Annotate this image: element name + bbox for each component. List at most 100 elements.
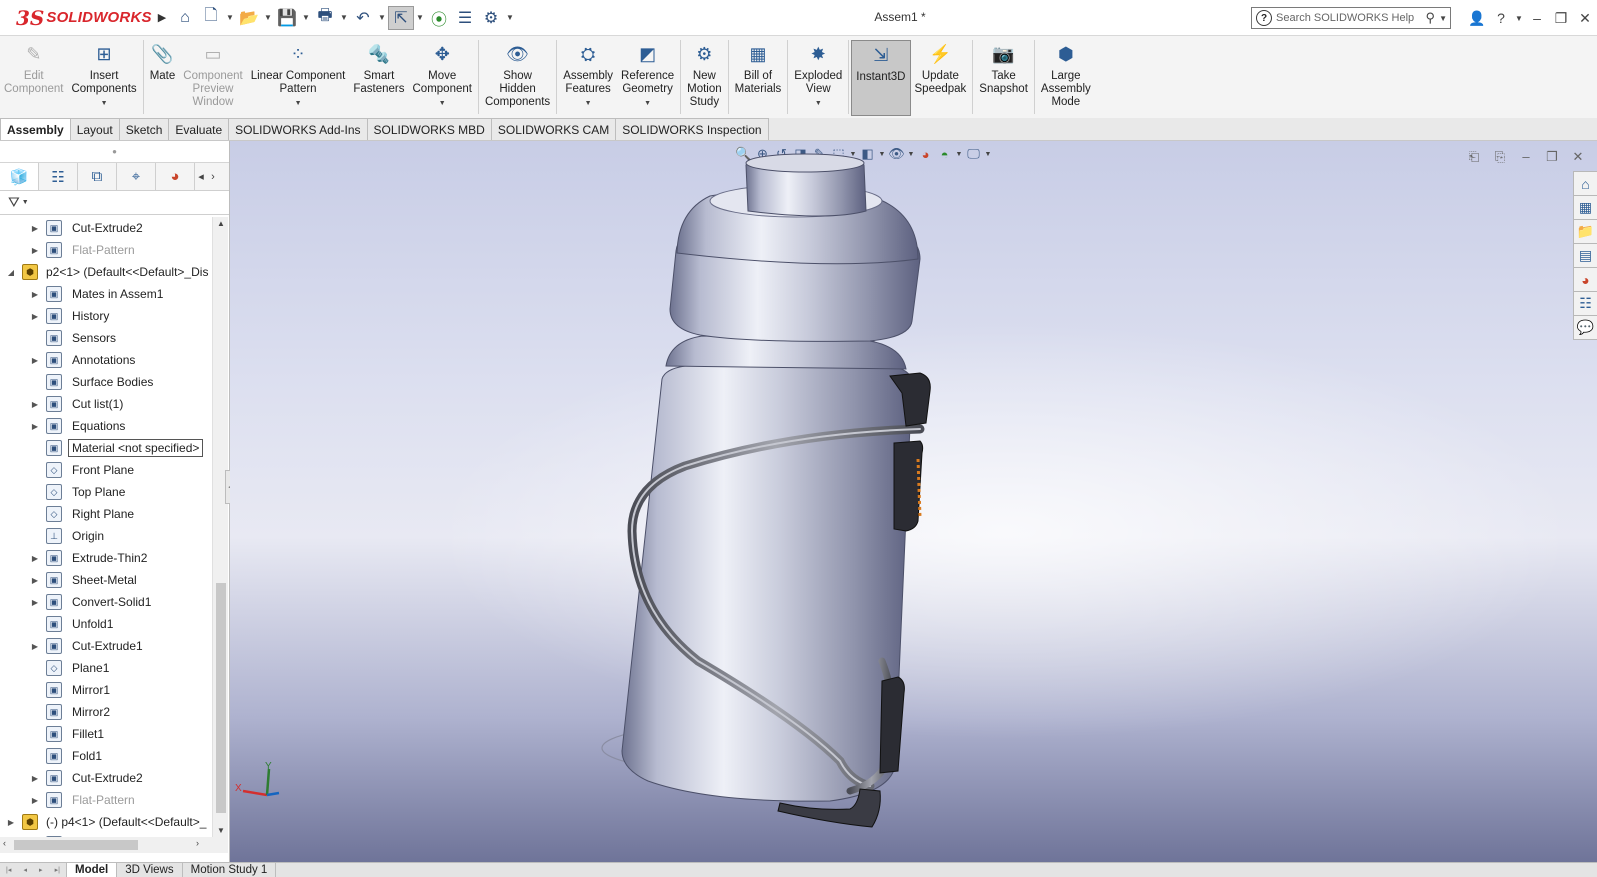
solidworks-logo[interactable]: 3S SOLIDWORKS ▶ (0, 0, 166, 36)
rebuild-traffic-light-icon[interactable]: ⦿ (426, 6, 452, 30)
tree-item[interactable]: ▶ ▣ Cut-Extrude2 (0, 767, 212, 789)
tree-item[interactable]: ▶ ▣ Cut-Extrude2 (0, 217, 212, 239)
ribbon-dropdown-caret-icon[interactable]: ▼ (439, 97, 446, 110)
tree-expand-icon[interactable]: ▶ (30, 642, 40, 651)
tree-item[interactable]: ◇ Right Plane (0, 503, 212, 525)
print-icon[interactable]: 🖶 (312, 6, 338, 30)
new-dropdown-icon[interactable]: ▼ (224, 6, 236, 30)
linear-pattern-button[interactable]: ⁘ Linear Component Pattern ▼ (247, 40, 350, 116)
undo-dropdown-icon[interactable]: ▼ (376, 6, 388, 30)
tree-item[interactable]: ◇ Front Plane (0, 459, 212, 481)
tree-item[interactable]: ▶ ▣ Flat-Pattern (0, 239, 212, 261)
tab-solidworks-mbd[interactable]: SOLIDWORKS MBD (366, 118, 492, 140)
mate-button[interactable]: 📎 Mate (146, 40, 180, 116)
tree-item[interactable]: ◢ ⬢ p2<1> (Default<<Default>_Dis (0, 261, 212, 283)
options-dropdown-icon[interactable]: ▼ (504, 6, 516, 30)
open-folder-icon[interactable]: 📂 (236, 6, 262, 30)
tree-item[interactable]: ▶ ▣ History (0, 305, 212, 327)
ribbon-dropdown-caret-icon[interactable]: ▼ (585, 97, 592, 110)
bottle-cage-model[interactable] (230, 141, 1597, 862)
tree-expand-icon[interactable]: ▶ (30, 356, 40, 365)
bottom-tab-3d-views[interactable]: 3D Views (116, 862, 183, 877)
tree-item[interactable]: ▶ ▣ Mates in Assem1 (0, 283, 212, 305)
hscroll-thumb[interactable] (14, 840, 138, 850)
feature-manager-tab-icon[interactable]: 🧊 (0, 163, 39, 190)
instant3d-button[interactable]: ⇲ Instant3D (851, 40, 911, 116)
undo-icon[interactable]: ↶ (350, 6, 376, 30)
tree-expand-icon[interactable]: ▶ (30, 598, 40, 607)
hscroll-left-icon[interactable]: ‹ (3, 838, 6, 848)
tree-item[interactable]: ▣ Surface Bodies (0, 371, 212, 393)
first-tab-icon[interactable]: |◂ (6, 866, 11, 874)
bom-button[interactable]: ▦ Bill of Materials (731, 40, 786, 116)
search-magnifier-icon[interactable]: ⚲ (1426, 10, 1436, 26)
save-icon[interactable]: 💾 (274, 6, 300, 30)
scroll-up-icon[interactable]: ▲ (213, 219, 229, 228)
file-properties-icon[interactable]: ☰ (452, 6, 478, 30)
open-dropdown-icon[interactable]: ▼ (262, 6, 274, 30)
smart-fasteners-button[interactable]: 🔩 Smart Fasteners (349, 40, 408, 116)
tree-expand-icon[interactable]: ▶ (30, 554, 40, 563)
tree-item[interactable]: ▶ ▣ Cut-Extrude1 (0, 635, 212, 657)
next-tab-icon[interactable]: ▸ (39, 866, 43, 874)
tree-item[interactable]: ▣ Fillet1 (0, 723, 212, 745)
tree-vertical-scrollbar[interactable]: ▲ ▼ (212, 217, 228, 837)
tree-horizontal-scrollbar[interactable]: ‹ › (0, 837, 228, 853)
close-icon[interactable]: ✕ (1573, 10, 1597, 27)
tab-sketch[interactable]: Sketch (118, 118, 170, 140)
tree-expand-icon[interactable]: ▶ (30, 224, 40, 233)
help-dropdown-icon[interactable]: ▼ (1513, 14, 1525, 23)
tabs-scroll-left-icon[interactable]: ◂ (195, 170, 207, 183)
tree-item[interactable]: ▣ Sensors (0, 327, 212, 349)
last-tab-icon[interactable]: ▸| (55, 866, 60, 874)
tree-expand-icon[interactable]: ◢ (6, 268, 16, 277)
speedpak-button[interactable]: ⚡ Update Speedpak (911, 40, 971, 116)
scroll-down-icon[interactable]: ▼ (213, 826, 229, 835)
tree-item[interactable]: ▣ Mirror2 (0, 701, 212, 723)
tree-item[interactable]: ▣ Material <not specified> (0, 437, 212, 459)
tab-solidworks-add-ins[interactable]: SOLIDWORKS Add-Ins (228, 118, 368, 140)
tree-item[interactable]: ▶ ▣ Equations (0, 415, 212, 437)
select-cursor-icon[interactable]: ⇱ (388, 5, 414, 30)
ribbon-dropdown-caret-icon[interactable]: ▼ (815, 97, 822, 110)
tree-expand-icon[interactable]: ▶ (30, 774, 40, 783)
search-dropdown-icon[interactable]: ▼ (1439, 14, 1447, 23)
move-component-button[interactable]: ✥ Move Component ▼ (409, 40, 476, 116)
tree-item[interactable]: ▶ ▣ Extrude-Thin2 (0, 547, 212, 569)
restore-icon[interactable]: ❐ (1549, 10, 1573, 27)
tab-navigation-arrows[interactable]: |◂ ◂ ▸ ▸| (0, 863, 66, 877)
tree-item[interactable]: ▶ ▣ Flat-Pattern (0, 789, 212, 811)
minimize-icon[interactable]: – (1525, 10, 1549, 26)
options-gear-icon[interactable]: ⚙ (478, 6, 504, 30)
tree-item[interactable]: ▶ ▣ Annotations (0, 349, 212, 371)
display-manager-tab-icon[interactable]: ◕ (156, 163, 195, 190)
tab-layout[interactable]: Layout (69, 118, 120, 140)
bottom-tab-motion-study-1[interactable]: Motion Study 1 (181, 862, 277, 877)
reference-geometry-button[interactable]: ◩ Reference Geometry ▼ (617, 40, 678, 116)
tree-item[interactable]: ▶ ⬢ (-) p4<1> (Default<<Default>_ (0, 811, 212, 833)
bottom-tab-model[interactable]: Model (66, 862, 118, 877)
tree-expand-icon[interactable]: ▶ (30, 576, 40, 585)
tree-item[interactable]: ⊥ Origin (0, 525, 212, 547)
tree-expand-icon[interactable]: ▶ (30, 422, 40, 431)
assembly-features-button[interactable]: ⛭ Assembly Features ▼ (559, 40, 617, 116)
tree-expand-icon[interactable]: ▶ (30, 246, 40, 255)
new-document-icon[interactable]: 🗋 (198, 6, 224, 30)
tree-item[interactable]: ▶ ▣ Sheet-Metal (0, 569, 212, 591)
scroll-thumb[interactable] (216, 583, 226, 813)
tree-item[interactable]: ▶ ▣ Convert-Solid1 (0, 591, 212, 613)
tree-expand-icon[interactable]: ▶ (30, 312, 40, 321)
tree-item[interactable]: ▣ Mirror1 (0, 679, 212, 701)
snapshot-button[interactable]: 📷 Take Snapshot (975, 40, 1032, 116)
search-help-field[interactable]: ? Search SOLIDWORKS Help ⚲ ▼ (1251, 7, 1451, 29)
menu-expand-icon[interactable]: ▶ (158, 11, 166, 24)
ribbon-dropdown-caret-icon[interactable]: ▼ (295, 97, 302, 110)
tree-item[interactable]: ▣ Unfold1 (0, 613, 212, 635)
tree-item[interactable]: ◇ Top Plane (0, 481, 212, 503)
show-hidden-button[interactable]: 👁 Show Hidden Components (481, 40, 554, 116)
edit-component-button[interactable]: ✎ Edit Component (0, 40, 67, 116)
tree-filter[interactable]: ⛛ ▼ (0, 191, 229, 215)
prev-tab-icon[interactable]: ◂ (23, 866, 27, 874)
tree-expand-icon[interactable]: ▶ (6, 818, 16, 827)
help-icon[interactable]: ? (1489, 10, 1513, 26)
